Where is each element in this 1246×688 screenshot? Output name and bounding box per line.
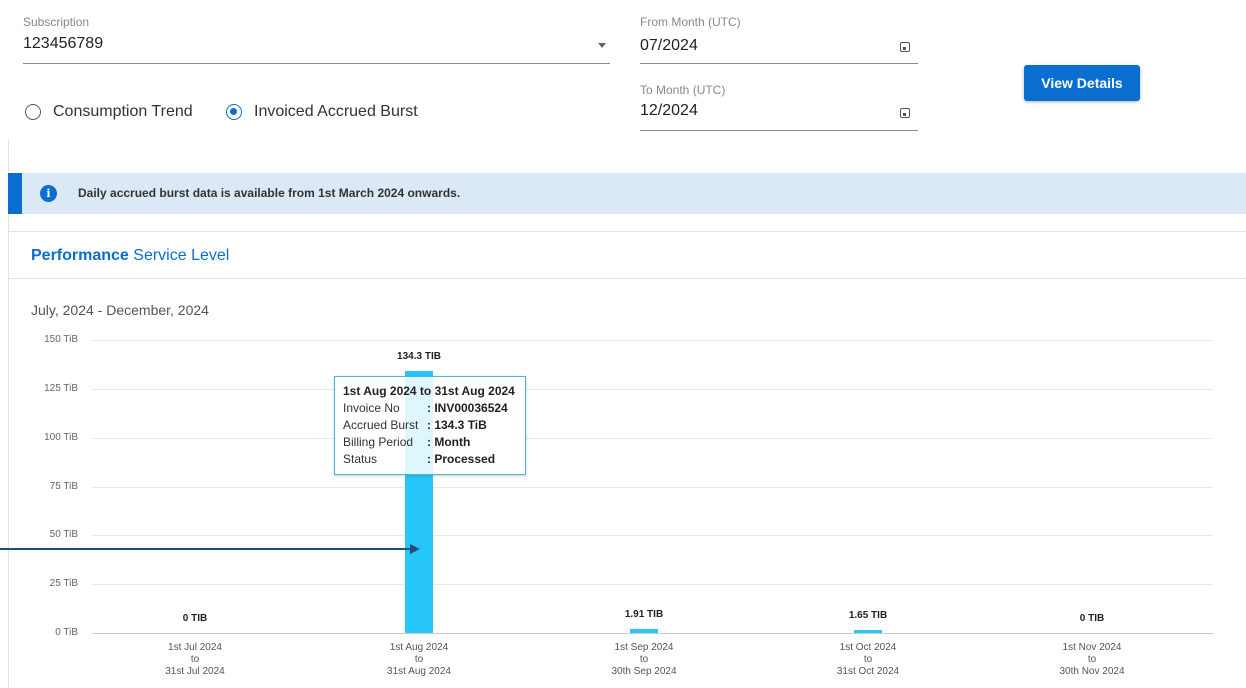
from-month-label: From Month (UTC) — [640, 15, 741, 29]
chevron-down-icon[interactable] — [598, 43, 606, 48]
info-text: Daily accrued burst data is available fr… — [78, 186, 461, 200]
card-divider — [8, 278, 1246, 279]
subscription-select[interactable]: 123456789 — [23, 33, 610, 64]
calendar-icon[interactable] — [900, 42, 910, 52]
arrow-head — [410, 544, 420, 554]
calendar-icon[interactable] — [900, 108, 910, 118]
to-month-label: To Month (UTC) — [640, 83, 726, 97]
subscription-label: Subscription — [23, 15, 90, 29]
from-month-field[interactable]: 07/2024 — [640, 33, 918, 64]
card-title: Performance Service Level — [31, 247, 229, 265]
info-banner: i Daily accrued burst data is available … — [8, 173, 1246, 214]
radio-label: Invoiced Accrued Burst — [254, 103, 418, 120]
subscription-value: 123456789 — [23, 35, 104, 52]
info-icon: i — [40, 185, 57, 202]
to-month-field[interactable]: 12/2024 — [640, 100, 918, 131]
to-month-value: 12/2024 — [640, 102, 698, 119]
arrow-annotation — [0, 544, 420, 554]
card-title-bold: Performance — [31, 247, 129, 264]
card-title-rest: Service Level — [133, 247, 230, 264]
radio-circle-selected[interactable] — [226, 104, 242, 120]
view-details-button[interactable]: View Details — [1024, 65, 1140, 101]
performance-card — [8, 231, 1246, 688]
from-month-value: 07/2024 — [640, 37, 698, 54]
chart-title: July, 2024 - December, 2024 — [31, 302, 209, 318]
radio-label: Consumption Trend — [53, 103, 193, 120]
radio-circle[interactable] — [25, 104, 41, 120]
info-banner-accent — [8, 173, 22, 214]
